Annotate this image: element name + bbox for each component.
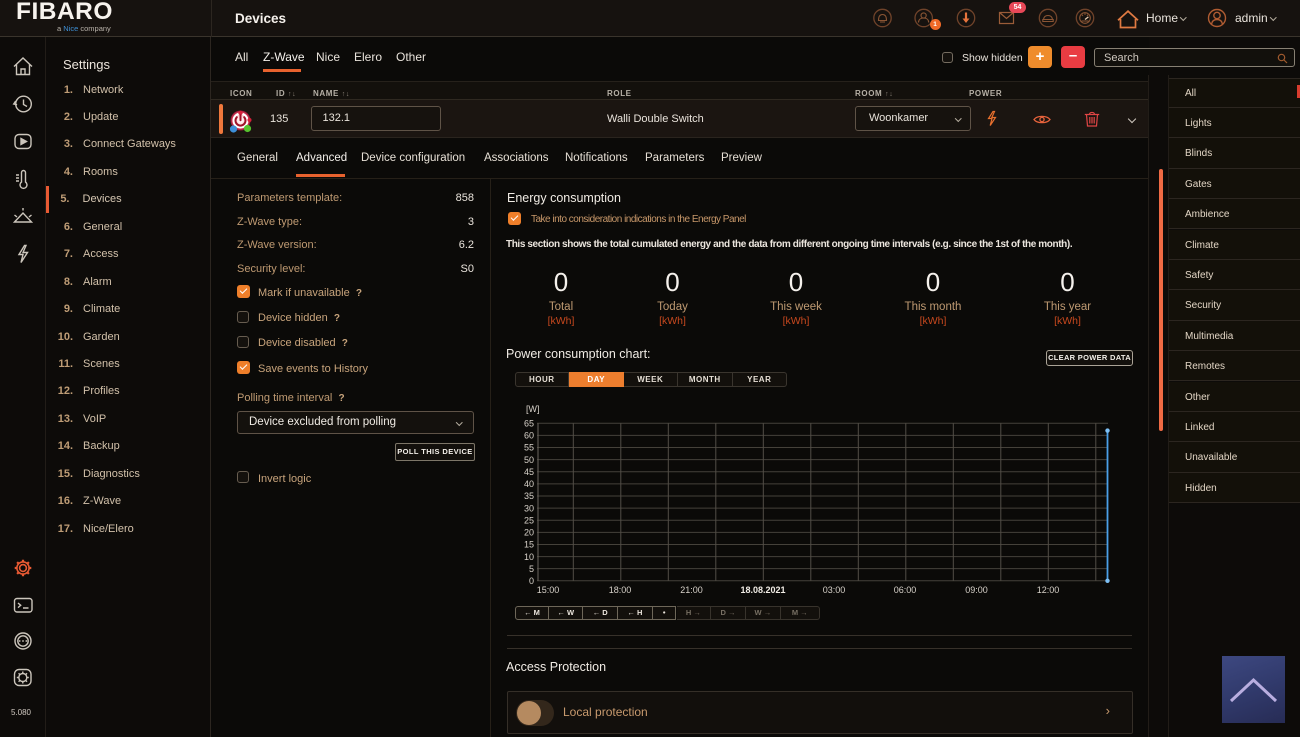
svg-text:18:00: 18:00 (609, 585, 632, 595)
svg-text:15:00: 15:00 (537, 585, 560, 595)
svg-text:30: 30 (524, 503, 534, 513)
svg-text:5: 5 (529, 564, 534, 574)
svg-text:06:00: 06:00 (894, 585, 917, 595)
svg-text:10: 10 (524, 552, 534, 562)
svg-text:25: 25 (524, 515, 534, 525)
svg-text:12:00: 12:00 (1037, 585, 1060, 595)
svg-text:[W]: [W] (526, 404, 540, 414)
svg-text:09:00: 09:00 (965, 585, 988, 595)
svg-text:40: 40 (524, 479, 534, 489)
svg-text:15: 15 (524, 540, 534, 550)
svg-text:50: 50 (524, 455, 534, 465)
svg-text:35: 35 (524, 491, 534, 501)
svg-text:20: 20 (524, 528, 534, 538)
svg-text:18.08.2021: 18.08.2021 (740, 585, 785, 595)
svg-text:60: 60 (524, 431, 534, 441)
svg-text:55: 55 (524, 443, 534, 453)
svg-text:65: 65 (524, 419, 534, 429)
svg-text:45: 45 (524, 467, 534, 477)
svg-text:03:00: 03:00 (823, 585, 846, 595)
svg-text:21:00: 21:00 (680, 585, 703, 595)
svg-text:0: 0 (529, 576, 534, 586)
